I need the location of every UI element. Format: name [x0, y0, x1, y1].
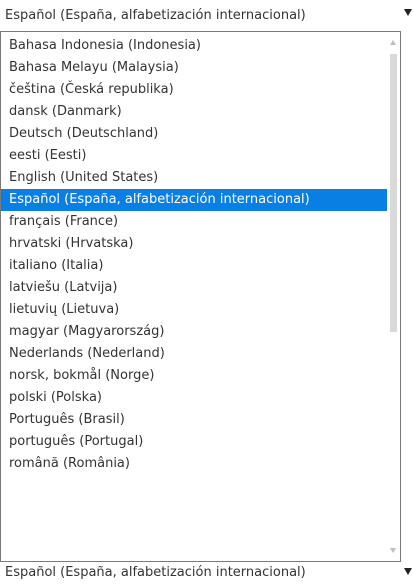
scroll-down-icon[interactable] — [390, 548, 396, 553]
language-option[interactable]: română (România) — [1, 453, 388, 475]
language-option[interactable]: português (Portugal) — [1, 431, 388, 453]
language-option[interactable]: lietuvių (Lietuva) — [1, 299, 388, 321]
dropdown-arrow-icon[interactable] — [404, 9, 412, 16]
language-options: Bahasa Indonesia (Indonesia) Bahasa Mela… — [1, 35, 388, 475]
language-option[interactable]: norsk, bokmål (Norge) — [1, 365, 388, 387]
dropdown-arrow-icon[interactable] — [404, 568, 412, 575]
language-option-selected[interactable]: Español (España, alfabetización internac… — [1, 189, 388, 211]
scrollbar-thumb[interactable] — [390, 54, 397, 332]
language-option[interactable]: čeština (Česká republika) — [1, 79, 388, 101]
language-select-bottom-value: Español (España, alfabetización internac… — [5, 565, 306, 580]
language-option[interactable]: Nederlands (Nederland) — [1, 343, 388, 365]
language-option[interactable]: Bahasa Indonesia (Indonesia) — [1, 35, 388, 57]
language-option[interactable]: français (France) — [1, 211, 388, 233]
language-option[interactable]: Bahasa Melayu (Malaysia) — [1, 57, 388, 79]
language-option[interactable]: English (United States) — [1, 167, 388, 189]
language-option[interactable]: eesti (Eesti) — [1, 145, 388, 167]
language-option[interactable]: Português (Brasil) — [1, 409, 388, 431]
language-option[interactable]: latviešu (Latvija) — [1, 277, 388, 299]
language-select-bottom[interactable]: Español (España, alfabetización internac… — [0, 562, 413, 584]
language-select[interactable]: Español (España, alfabetización internac… — [0, 5, 413, 27]
language-dropdown-list: Bahasa Indonesia (Indonesia) Bahasa Mela… — [0, 31, 401, 562]
language-option[interactable]: dansk (Danmark) — [1, 101, 388, 123]
language-option[interactable]: hrvatski (Hrvatska) — [1, 233, 388, 255]
language-option[interactable]: polski (Polska) — [1, 387, 388, 409]
language-picker-page: Español (España, alfabetización internac… — [0, 0, 413, 585]
language-option[interactable]: magyar (Magyarország) — [1, 321, 388, 343]
vertical-scrollbar[interactable] — [387, 32, 400, 561]
language-option[interactable]: italiano (Italia) — [1, 255, 388, 277]
scroll-up-icon[interactable] — [390, 40, 396, 45]
language-select-value: Español (España, alfabetización internac… — [5, 8, 306, 23]
language-option[interactable]: Deutsch (Deutschland) — [1, 123, 388, 145]
